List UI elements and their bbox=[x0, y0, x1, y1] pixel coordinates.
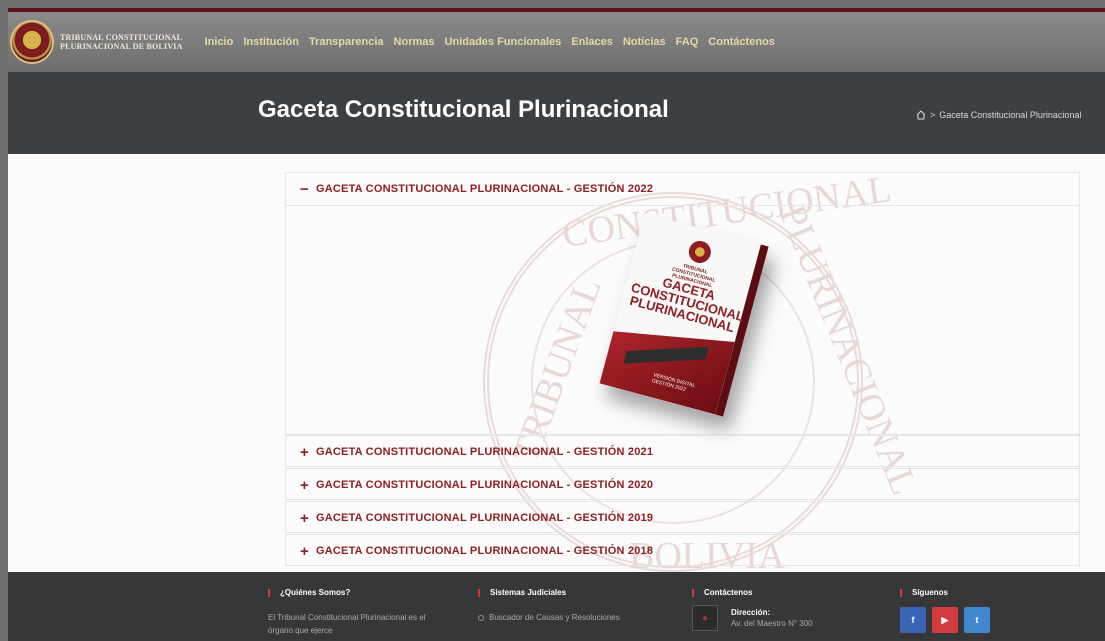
plus-icon: + bbox=[300, 542, 309, 560]
breadcrumb-separator: > bbox=[930, 110, 936, 120]
footer-sistemas-link[interactable]: Buscador de Causas y Resoluciones bbox=[478, 611, 620, 624]
nav-faq[interactable]: FAQ bbox=[676, 36, 699, 48]
page-hero: Gaceta Constitucional Plurinacional > Ga… bbox=[8, 72, 1105, 154]
breadcrumb: > Gaceta Constitucional Plurinacional bbox=[916, 110, 1081, 120]
main-nav: Inicio Institución Transparencia Normas … bbox=[205, 36, 775, 48]
logo-line-2: PLURINACIONAL DE BOLIVIA bbox=[60, 42, 183, 51]
logo-line-1: TRIBUNAL CONSTITUCIONAL bbox=[60, 33, 183, 42]
footer-address-block: Dirección: Av. del Maestro N° 300 bbox=[731, 607, 813, 629]
plus-icon: + bbox=[300, 443, 309, 461]
footer-contactenos: Contáctenos ● Dirección: Av. del Maestro… bbox=[692, 588, 813, 631]
footer-siguenos-title: Síguenos bbox=[900, 588, 990, 597]
accordion-header-2022[interactable]: − GACETA CONSTITUCIONAL PLURINACIONAL - … bbox=[286, 173, 1079, 205]
accordion-title-2021: GACETA CONSTITUCIONAL PLURINACIONAL - GE… bbox=[316, 446, 654, 458]
youtube-icon[interactable]: ▶ bbox=[932, 607, 958, 633]
footer-quienes-somos: ¿Quiénes Somos? El Tribunal Constitucion… bbox=[268, 588, 428, 637]
footer-sistemas-judiciales: Sistemas Judiciales Buscador de Causas y… bbox=[478, 588, 620, 624]
nav-enlaces[interactable]: Enlaces bbox=[571, 36, 613, 48]
plus-icon: + bbox=[300, 476, 309, 494]
facebook-icon[interactable]: f bbox=[900, 607, 926, 633]
nav-contactenos[interactable]: Contáctenos bbox=[708, 36, 775, 48]
footer-contactenos-title: Contáctenos bbox=[692, 588, 813, 597]
home-icon[interactable] bbox=[916, 110, 926, 120]
footer-address: ● Dirección: Av. del Maestro N° 300 bbox=[692, 605, 813, 631]
circle-bullet-icon bbox=[478, 614, 484, 621]
plus-icon: + bbox=[300, 509, 309, 527]
nav-normas[interactable]: Normas bbox=[394, 36, 435, 48]
nav-institucion[interactable]: Institución bbox=[243, 36, 299, 48]
site-footer: ¿Quiénes Somos? El Tribunal Constitucion… bbox=[8, 572, 1105, 641]
site-logo[interactable]: TRIBUNAL CONSTITUCIONAL PLURINACIONAL DE… bbox=[10, 20, 183, 64]
nav-noticias[interactable]: Noticias bbox=[623, 36, 666, 48]
nav-transparencia[interactable]: Transparencia bbox=[309, 36, 384, 48]
accordion-gestion-2020: + GACETA CONSTITUCIONAL PLURINACIONAL - … bbox=[285, 468, 1080, 500]
footer-sistemas-item: Buscador de Causas y Resoluciones bbox=[489, 613, 620, 622]
footer-quienes-text: El Tribunal Constitucional Plurinacional… bbox=[268, 613, 426, 635]
location-icon: ● bbox=[692, 605, 718, 631]
social-links: f ▶ t bbox=[900, 607, 990, 633]
breadcrumb-current: Gaceta Constitucional Plurinacional bbox=[939, 110, 1082, 120]
accordion-title-2018: GACETA CONSTITUCIONAL PLURINACIONAL - GE… bbox=[316, 545, 654, 557]
top-navigation: TRIBUNAL CONSTITUCIONAL PLURINACIONAL DE… bbox=[8, 12, 1105, 72]
logo-text: TRIBUNAL CONSTITUCIONAL PLURINACIONAL DE… bbox=[60, 33, 183, 51]
nav-unidades-funcionales[interactable]: Unidades Funcionales bbox=[445, 36, 562, 48]
footer-quienes-title: ¿Quiénes Somos? bbox=[268, 588, 428, 597]
footer-address-label: Dirección: bbox=[731, 608, 771, 617]
accordion-title-2022: GACETA CONSTITUCIONAL PLURINACIONAL - GE… bbox=[316, 183, 654, 195]
accordion-gestion-2021: + GACETA CONSTITUCIONAL PLURINACIONAL - … bbox=[285, 435, 1080, 467]
footer-address-text: Av. del Maestro N° 300 bbox=[731, 619, 813, 628]
nav-inicio[interactable]: Inicio bbox=[205, 36, 234, 48]
seal-icon bbox=[10, 20, 54, 64]
twitter-icon[interactable]: t bbox=[964, 607, 990, 633]
minus-icon: − bbox=[300, 180, 309, 198]
footer-siguenos: Síguenos f ▶ t bbox=[900, 588, 990, 633]
page-title: Gaceta Constitucional Plurinacional bbox=[258, 96, 669, 123]
accordion-title-2019: GACETA CONSTITUCIONAL PLURINACIONAL - GE… bbox=[316, 512, 654, 524]
accordion-title-2020: GACETA CONSTITUCIONAL PLURINACIONAL - GE… bbox=[316, 479, 654, 491]
accordion-gestion-2019: + GACETA CONSTITUCIONAL PLURINACIONAL - … bbox=[285, 501, 1080, 533]
accordion-header-2019[interactable]: + GACETA CONSTITUCIONAL PLURINACIONAL - … bbox=[286, 502, 1079, 534]
accordion-gestion-2018: + GACETA CONSTITUCIONAL PLURINACIONAL - … bbox=[285, 534, 1080, 566]
footer-sistemas-title: Sistemas Judiciales bbox=[478, 588, 620, 597]
accordion-header-2018[interactable]: + GACETA CONSTITUCIONAL PLURINACIONAL - … bbox=[286, 535, 1079, 567]
browser-frame: TRIBUNAL CONSTITUCIONAL PLURINACIONAL DE… bbox=[8, 8, 1105, 641]
accordion-header-2020[interactable]: + GACETA CONSTITUCIONAL PLURINACIONAL - … bbox=[286, 469, 1079, 501]
accordion-header-2021[interactable]: + GACETA CONSTITUCIONAL PLURINACIONAL - … bbox=[286, 436, 1079, 468]
